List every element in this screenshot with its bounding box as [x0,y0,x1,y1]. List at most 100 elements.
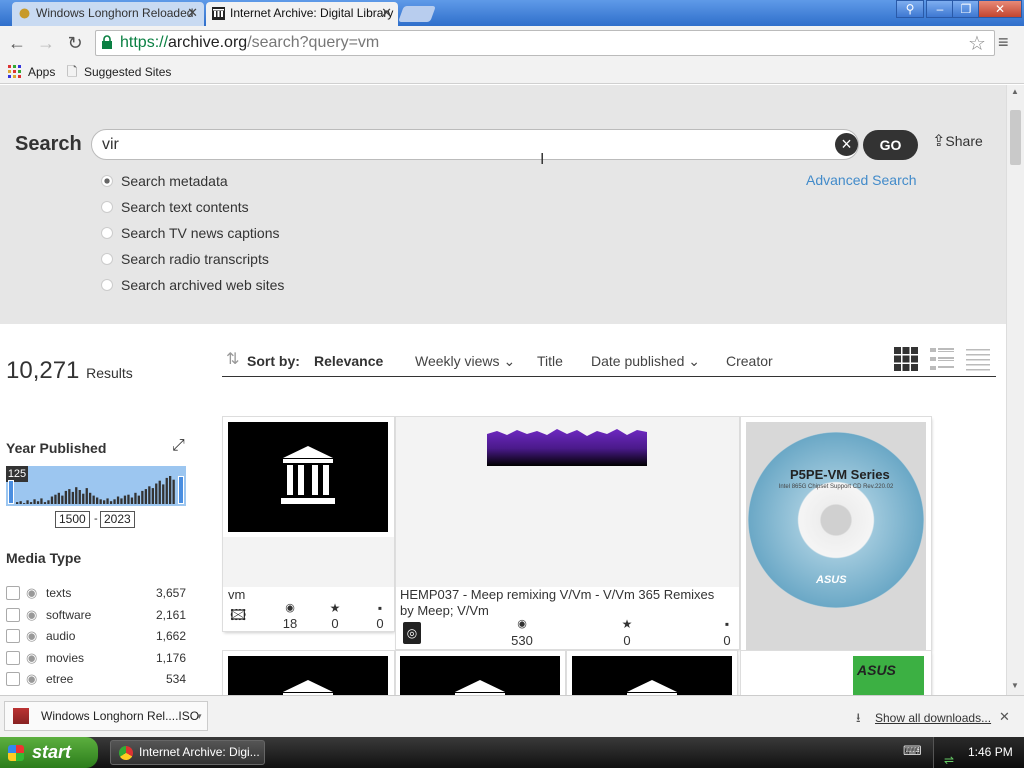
result-card-row2-2[interactable] [396,651,565,695]
media-row-etree[interactable]: ◉ etree 534 [6,671,186,689]
media-row-audio[interactable]: ◉ audio 1,662 [6,628,186,646]
sort-by-label: Sort by: [247,353,300,369]
expand-icon[interactable]: ⤢ [172,437,185,455]
eye-icon[interactable]: ◉ [26,628,37,644]
cd-thumbnail[interactable]: P5PE-VM Series Intel 865G Chipset Suppor… [746,422,926,650]
text-cursor-icon: I [540,151,545,168]
radio-button[interactable] [101,201,113,213]
media-row-texts[interactable]: ◉ texts 3,657 [6,585,186,603]
radio-button[interactable] [101,253,113,265]
download-item[interactable]: Windows Longhorn Rel....ISO ▾ [4,701,208,731]
media-label: movies [46,651,85,665]
card-title[interactable]: HEMP037 - Meep remixing V/Vm - V/Vm 365 … [400,587,736,602]
page-content: Search × GO ⇪Share Advanced Search Searc… [0,85,1006,695]
radio-search-radio[interactable]: Search radio transcripts [101,251,269,267]
histogram-bar [96,497,99,504]
star-bookmark-icon[interactable]: ☆ [968,31,986,56]
compact-list-view-icon[interactable] [966,347,990,371]
radio-search-web[interactable]: Search archived web sites [101,277,284,293]
close-icon[interactable]: ✕ [999,709,1010,725]
card-thumbnail[interactable] [228,656,388,695]
result-card-vm[interactable]: vm 🖾 ◉ 18 ★ 0 ▪ 0 [223,417,394,631]
advanced-search-link[interactable]: Advanced Search [806,172,917,188]
network-icon[interactable]: ⇌ [944,745,954,768]
sort-title[interactable]: Title [537,353,563,369]
histogram-bar [40,498,43,504]
card-thumbnail[interactable] [572,656,732,695]
radio-search-text[interactable]: Search text contents [101,199,249,215]
sort-relevance[interactable]: Relevance [314,353,383,369]
waveform-thumbnail[interactable] [487,422,647,466]
tab-windows-longhorn[interactable]: Windows Longhorn Reloaded ✕ [12,2,204,26]
radio-search-metadata[interactable]: Search metadata [101,173,228,189]
window-close-button[interactable]: ✕ [978,0,1022,18]
radio-search-tv[interactable]: Search TV news captions [101,225,280,241]
checkbox[interactable] [6,651,20,665]
bookmark-suggested-sites[interactable]: Suggested Sites [84,65,171,79]
result-card-row2-4[interactable]: ASUS [741,651,931,695]
close-icon[interactable]: ✕ [187,2,198,24]
sort-direction-icon[interactable]: ⇅ [226,349,239,369]
user-icon[interactable]: ⚲ [896,0,924,18]
histogram-bar [116,496,120,504]
restore-button[interactable]: ❐ [952,0,980,18]
page-scrollbar[interactable]: ▲ ▼ [1006,85,1024,695]
checkbox[interactable] [6,586,20,600]
close-icon[interactable]: ✕ [381,2,392,24]
range-handle-left[interactable] [8,480,14,504]
chevron-down-icon[interactable]: ▾ [197,702,202,730]
eye-icon[interactable]: ◉ [26,650,37,666]
download-filename: Windows Longhorn Rel....ISO [41,709,200,723]
range-handle-right[interactable] [178,476,184,504]
new-tab-button[interactable] [398,6,436,22]
clear-search-button[interactable]: × [835,133,858,156]
go-button[interactable]: GO [863,130,918,160]
result-card-row2-1[interactable] [223,651,394,695]
keyboard-icon[interactable]: ⌨ [903,743,922,759]
share-button[interactable]: ⇪Share [932,131,983,151]
minimize-button[interactable]: – [926,0,954,18]
media-row-software[interactable]: ◉ software 2,161 [6,607,186,625]
search-input[interactable] [91,129,859,160]
forward-arrow-icon[interactable]: → [35,32,57,54]
year-from-input[interactable]: 1500 [55,511,90,528]
result-card-row2-3[interactable] [567,651,737,695]
checkbox[interactable] [6,629,20,643]
histogram-bar [151,488,154,504]
card-thumbnail[interactable]: ASUS [853,656,924,695]
sort-creator[interactable]: Creator [726,353,773,369]
radio-button[interactable] [101,279,113,291]
eye-icon[interactable]: ◉ [26,585,37,601]
scroll-up-icon[interactable]: ▲ [1011,87,1019,96]
back-arrow-icon[interactable]: ← [6,32,28,54]
radio-button[interactable] [101,227,113,239]
menu-icon[interactable]: ≡ [998,32,1009,53]
checkbox[interactable] [6,608,20,622]
sort-weekly-views[interactable]: Weekly views ⌄ [415,353,515,370]
card-thumbnail[interactable] [228,422,388,532]
year-to-input[interactable]: 2023 [100,511,135,528]
list-view-icon[interactable] [930,347,954,371]
media-row-movies[interactable]: ◉ movies 1,176 [6,650,186,668]
show-all-downloads-link[interactable]: Show all downloads... [875,711,991,725]
checkbox[interactable] [6,672,20,686]
bookmark-apps[interactable]: Apps [28,65,55,79]
tab-internet-archive[interactable]: Internet Archive: Digital Library ✕ [206,2,398,26]
scroll-thumb[interactable] [1010,110,1021,165]
sort-date-published[interactable]: Date published ⌄ [591,353,700,370]
eye-icon[interactable]: ◉ [26,671,37,687]
year-histogram[interactable]: 125 [6,466,186,506]
grid-view-icon[interactable] [894,347,918,371]
histogram-bar [61,495,64,504]
taskbar-item-chrome[interactable]: Internet Archive: Digi... [110,740,265,765]
start-button[interactable]: start [0,737,98,768]
result-card-p5pe-vm[interactable]: P5PE-VM Series Intel 865G Chipset Suppor… [741,417,931,650]
reload-icon[interactable]: ↻ [64,32,86,54]
histogram-bar [68,489,71,504]
radio-button[interactable] [101,175,113,187]
eye-icon[interactable]: ◉ [26,607,37,623]
result-card-hemp037[interactable]: HEMP037 - Meep remixing V/Vm - V/Vm 365 … [396,417,739,649]
card-thumbnail[interactable] [400,656,560,695]
card-title[interactable]: vm [228,587,245,602]
scroll-down-icon[interactable]: ▼ [1011,681,1019,690]
